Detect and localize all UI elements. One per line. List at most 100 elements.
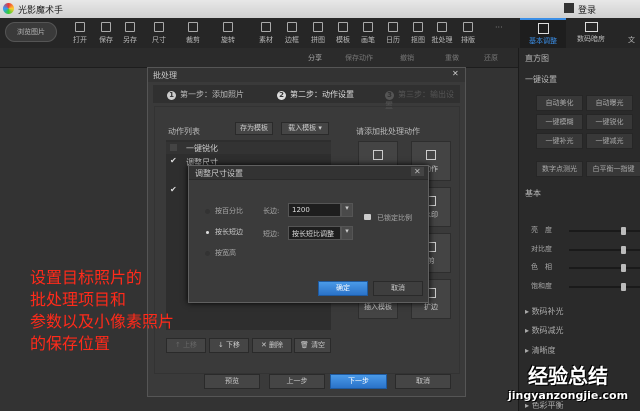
tool-label: 抠图 [411, 36, 425, 44]
action-icon [426, 150, 436, 160]
tab-digital-darkroom[interactable]: 数码暗房 [568, 18, 614, 48]
quick-button[interactable]: 自动曝光 [586, 95, 633, 111]
toolbar-item[interactable]: 边框 [280, 20, 304, 45]
slider-handle[interactable] [621, 227, 626, 235]
quick-button[interactable]: 一键锐化 [586, 114, 633, 130]
toolbar-item[interactable]: 保存 [94, 20, 118, 45]
slider-label: 色 相 [531, 263, 552, 271]
redo-button[interactable]: 重做 [445, 53, 459, 63]
cancel-button[interactable]: 取消 [373, 281, 423, 296]
batch-title: 批处理 [153, 71, 177, 80]
checkbox[interactable] [170, 144, 177, 151]
step-number: 1 [167, 91, 176, 100]
restore-button[interactable]: 还原 [484, 53, 498, 63]
tool-icon [154, 22, 164, 32]
browse-button[interactable]: 浏览图片 [5, 22, 57, 42]
section-header[interactable]: ▸ 数码补光 [525, 306, 564, 317]
cancel-button[interactable]: 取消 [395, 374, 451, 389]
delete-button[interactable]: ✕ 删除 [252, 338, 292, 353]
close-icon[interactable]: ✕ [452, 69, 459, 78]
button-label: 载入模板 [288, 124, 317, 132]
short-side-select[interactable]: 按长短比调整 [288, 226, 341, 240]
quick-button[interactable]: 一键减光 [586, 133, 633, 149]
toolbar-item[interactable]: 另存 [118, 20, 142, 45]
tool-icon [363, 22, 373, 32]
quick-button[interactable]: 数字点测光 [536, 161, 583, 177]
section-basic[interactable]: 基本 [525, 188, 541, 199]
annotation-line: 批处理项目和 [30, 290, 127, 309]
toolbar-item[interactable]: 抠图 [406, 20, 430, 45]
long-side-input[interactable]: 1200 [288, 203, 341, 217]
toolbar-item[interactable]: 排版 [456, 20, 480, 45]
login-button[interactable]: 登录 [578, 3, 596, 16]
quick-button[interactable]: 白平衡一指键 [586, 161, 640, 177]
undo-button[interactable]: 撤销 [400, 53, 414, 63]
batch-title-bar: 批处理 ✕ [148, 68, 465, 82]
action-icon [373, 150, 383, 160]
radio-percent[interactable]: 按百分比 [205, 206, 243, 216]
tool-icon [75, 22, 85, 32]
step-1[interactable]: 1 第一步：添加照片 [167, 89, 244, 100]
section-header[interactable]: ▸ 数码减光 [525, 325, 564, 336]
item-label: 一键锐化 [186, 144, 218, 153]
toolbar-item[interactable]: 裁剪 [181, 20, 205, 45]
toolbar-item[interactable]: 尺寸 [147, 20, 171, 45]
list-item[interactable]: 一键锐化 [166, 142, 331, 154]
ok-button[interactable]: 确定 [318, 281, 368, 296]
slider-handle[interactable] [621, 282, 626, 291]
check-icon[interactable]: ✔ [170, 156, 177, 165]
radio-long-short[interactable]: 按长短边 [205, 227, 243, 237]
step-number: 3 [385, 91, 394, 100]
save-template-button[interactable]: 存为模板 [235, 122, 273, 135]
tool-icon [437, 22, 447, 32]
slider-handle[interactable] [621, 264, 626, 272]
more-button[interactable]: ··· [495, 23, 503, 32]
check-icon[interactable]: ✔ [170, 185, 177, 194]
annotation-line: 设置目标照片的 [30, 268, 143, 287]
toolbar-item[interactable]: 批处理 [430, 20, 454, 45]
radio-width-height[interactable]: 按宽高 [205, 248, 236, 258]
tab-basic-adjust[interactable]: 基本调整 [520, 18, 566, 48]
toolbar-item[interactable]: 素材 [254, 20, 278, 45]
slider-track[interactable] [569, 245, 640, 254]
tile-label: 扩边 [424, 303, 438, 311]
right-panel: 直方图 一键设置 自动美化 自动曝光 一键模糊 一键锐化 一键补光 一键减光 数字点测光 白平… [518, 48, 640, 411]
tool-icon [338, 22, 348, 32]
toolbar-item[interactable]: 画笔 [356, 20, 380, 45]
clear-button[interactable]: 🗑 清空 [294, 338, 331, 353]
prev-step-button[interactable]: 上一步 [269, 374, 325, 389]
section-one-key[interactable]: 一键设置 [525, 74, 557, 85]
toolbar-item[interactable]: 日历 [381, 20, 405, 45]
toolbar-item[interactable]: 旋转 [216, 20, 240, 45]
button-label: 删除 [269, 341, 284, 349]
step-2[interactable]: 2 第二步：动作设置 [277, 89, 354, 100]
save-action-button[interactable]: 保存动作 [345, 53, 373, 63]
tool-label: 尺寸 [152, 36, 166, 44]
quick-button[interactable]: 一键模糊 [536, 114, 583, 130]
share-button[interactable]: 分享 [308, 53, 322, 63]
user-icon[interactable] [564, 3, 574, 13]
load-template-button[interactable]: 载入模板 ▾ [281, 122, 329, 135]
tool-label: 边框 [285, 36, 299, 44]
slider-handle[interactable] [621, 245, 626, 254]
lock-icon[interactable] [364, 214, 371, 220]
quick-button[interactable]: 一键补光 [536, 133, 583, 149]
slider-track[interactable] [569, 264, 640, 272]
quick-button[interactable]: 自动美化 [536, 95, 583, 111]
tool-label: 素材 [259, 36, 273, 44]
close-icon[interactable]: ✕ [411, 167, 424, 176]
section-histogram[interactable]: 直方图 [525, 53, 549, 64]
next-step-button[interactable]: 下一步 [330, 374, 387, 389]
toolbar-item[interactable]: 模板 [331, 20, 355, 45]
toolbar-item[interactable]: 打开 [68, 20, 92, 45]
short-side-dropdown[interactable]: ▾ [341, 226, 353, 240]
long-side-dropdown[interactable]: ▾ [341, 203, 353, 217]
lock-ratio-label: 已锁定比例 [377, 214, 412, 222]
tab-text[interactable]: 文 [628, 35, 635, 45]
slider-track[interactable] [569, 282, 640, 291]
section-header[interactable]: ▸ 清晰度 [525, 345, 556, 356]
slider-track[interactable] [569, 227, 640, 235]
toolbar-item[interactable]: 拼图 [306, 20, 330, 45]
preview-button[interactable]: 预览 [204, 374, 260, 389]
move-down-button[interactable]: ↓ 下移 [209, 338, 249, 353]
